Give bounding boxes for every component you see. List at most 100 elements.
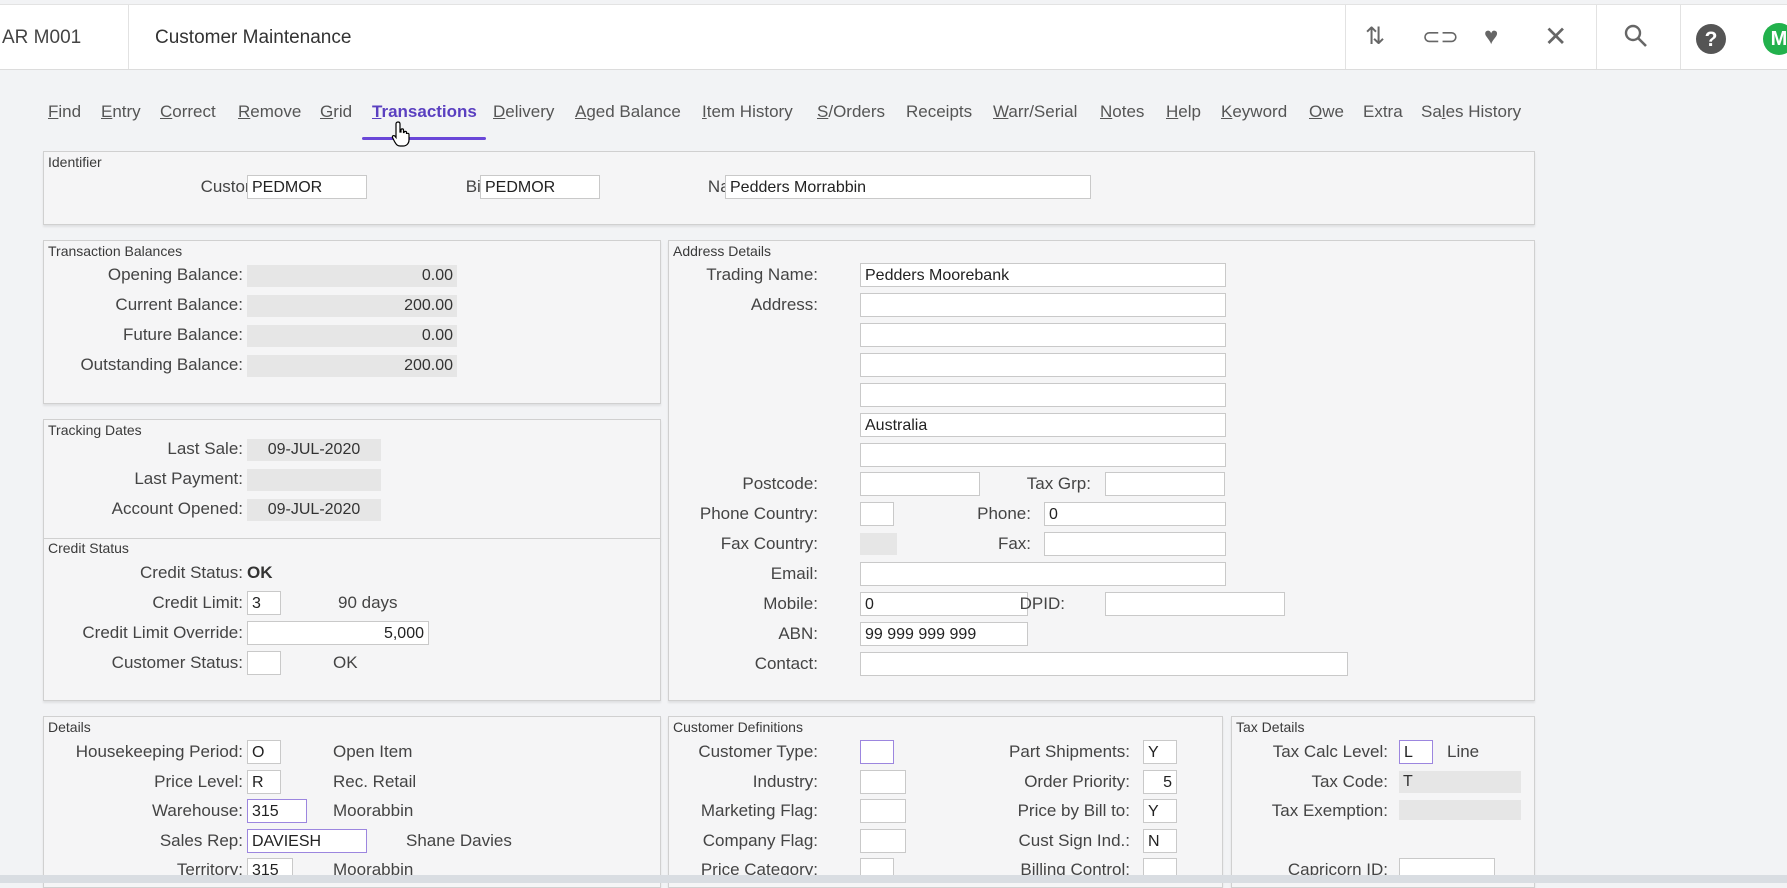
menu-item-transactions[interactable]: Transactions <box>372 102 477 122</box>
cust-sign-field[interactable]: N <box>1143 829 1177 853</box>
address-details-panel: Address Details Trading Name: Pedders Mo… <box>668 240 1535 701</box>
mobile-field[interactable]: 0 <box>860 592 1028 616</box>
mobile-label: Mobile: <box>763 594 818 613</box>
menu-item-notes[interactable]: Notes <box>1100 102 1144 122</box>
credit-limit-desc: 90 days <box>338 593 398 612</box>
menu-item-remove[interactable]: Remove <box>238 102 301 122</box>
address-line-6[interactable] <box>860 443 1226 467</box>
customer-field[interactable]: PEDMOR <box>247 175 367 199</box>
horizontal-scrollbar[interactable] <box>0 875 1787 883</box>
future-balance-label: Future Balance: <box>122 325 243 344</box>
attachment-icon[interactable]: ⊂⊃ <box>1422 23 1459 51</box>
address-country[interactable]: Australia <box>860 413 1226 437</box>
tracking-dates-panel: Tracking Dates Last Sale: 09-JUL-2020 La… <box>43 419 661 539</box>
tax-exemption-label: Tax Exemption: <box>1271 801 1388 820</box>
menu-item-extra[interactable]: Extra <box>1363 102 1403 122</box>
tax-details-panel: Tax Details Tax Calc Level: L Line Tax C… <box>1231 716 1535 888</box>
menu-item-item-history[interactable]: Item History <box>702 102 793 122</box>
sales-rep-field[interactable]: DAVIESH <box>247 829 367 853</box>
menu-item-s-orders[interactable]: S/Orders <box>817 102 885 122</box>
menu-item-find[interactable]: Find <box>48 102 81 122</box>
menu-item-delivery[interactable]: Delivery <box>493 102 554 122</box>
housekeeping-label: Housekeeping Period: <box>75 742 243 761</box>
address-line-3[interactable] <box>860 353 1226 377</box>
part-shipments-label: Part Shipments: <box>1009 742 1130 761</box>
credit-override-label: Credit Limit Override: <box>82 623 243 642</box>
postcode-label: Postcode: <box>742 474 818 493</box>
warehouse-field[interactable]: 315 <box>247 799 307 823</box>
customer-status-field[interactable] <box>247 651 281 675</box>
sort-icon[interactable]: ⇅ <box>1365 23 1385 51</box>
billto-field[interactable]: PEDMOR <box>480 175 600 199</box>
price-by-billto-field[interactable]: Y <box>1143 799 1177 823</box>
hand-cursor-icon <box>391 121 410 147</box>
abn-field[interactable]: 99 999 999 999 <box>860 622 1028 646</box>
industry-label: Industry: <box>752 772 818 791</box>
tax-code-label: Tax Code: <box>1311 772 1388 791</box>
company-flag-field[interactable] <box>860 829 906 853</box>
credit-override-field[interactable]: 5,000 <box>247 621 429 645</box>
menu-item-receipts[interactable]: Receipts <box>906 102 972 122</box>
order-priority-field[interactable]: 5 <box>1143 770 1177 794</box>
trading-name-field[interactable]: Pedders Moorebank <box>860 263 1226 287</box>
close-icon[interactable]: ✕ <box>1544 23 1567 51</box>
marketing-flag-field[interactable] <box>860 799 906 823</box>
customer-status-desc: OK <box>333 653 358 672</box>
menu-item-owe[interactable]: Owe <box>1309 102 1344 122</box>
contact-field[interactable] <box>860 652 1348 676</box>
favorite-icon[interactable]: ♥ <box>1484 23 1498 51</box>
fax-label: Fax: <box>997 534 1031 553</box>
menu-item-sales-history[interactable]: Sales History <box>1421 102 1521 122</box>
address-line-2[interactable] <box>860 323 1226 347</box>
menu-item-warr-serial[interactable]: Warr/Serial <box>993 102 1077 122</box>
current-balance-label: Current Balance: <box>115 295 243 314</box>
panel-title: Identifier <box>48 154 102 170</box>
tax-group-field[interactable] <box>1105 472 1225 496</box>
name-field[interactable]: Pedders Morrabbin <box>725 175 1091 199</box>
industry-field[interactable] <box>860 770 906 794</box>
dpid-field[interactable] <box>1105 592 1285 616</box>
fax-field[interactable] <box>1044 532 1226 556</box>
last-sale-value: 09-JUL-2020 <box>247 439 381 461</box>
phone-country-label: Phone Country: <box>699 504 818 523</box>
current-balance-value: 200.00 <box>247 295 457 317</box>
menu-item-correct[interactable]: Correct <box>160 102 216 122</box>
menu-item-grid[interactable]: Grid <box>320 102 352 122</box>
part-shipments-field[interactable]: Y <box>1143 740 1177 764</box>
customer-type-field[interactable] <box>860 740 894 764</box>
phone-country-field[interactable] <box>860 502 894 526</box>
opening-balance-value: 0.00 <box>247 265 457 287</box>
price-by-billto-label: Price by Bill to: <box>1017 801 1130 820</box>
price-level-label: Price Level: <box>154 772 243 791</box>
housekeeping-field[interactable]: O <box>247 740 281 764</box>
address-line-4[interactable] <box>860 383 1226 407</box>
menu-item-entry[interactable]: Entry <box>101 102 141 122</box>
customer-status-label: Customer Status: <box>111 653 243 672</box>
customer-definitions-panel: Customer Definitions Customer Type: Indu… <box>668 716 1223 888</box>
credit-status-value: OK <box>247 563 273 582</box>
phone-label: Phone: <box>977 504 1031 523</box>
trading-name-label: Trading Name: <box>706 265 818 284</box>
menu-item-help[interactable]: Help <box>1166 102 1201 122</box>
svg-text:?: ? <box>1705 28 1718 51</box>
help-icon[interactable]: ? <box>1695 23 1727 62</box>
credit-status-label: Credit Status: <box>140 563 243 582</box>
email-field[interactable] <box>860 562 1226 586</box>
tax-calc-level-field[interactable]: L <box>1399 740 1433 764</box>
account-opened-value: 09-JUL-2020 <box>247 499 381 521</box>
price-level-field[interactable]: R <box>247 770 281 794</box>
email-label: Email: <box>770 564 818 583</box>
menu-item-keyword[interactable]: Keyword <box>1221 102 1287 122</box>
menu-item-aged-balance[interactable]: Aged Balance <box>575 102 681 122</box>
divider <box>1596 5 1597 69</box>
postcode-field[interactable] <box>860 472 980 496</box>
search-icon[interactable] <box>1623 23 1649 56</box>
last-sale-label: Last Sale: <box>167 439 243 458</box>
avatar[interactable]: M <box>1763 23 1787 55</box>
opening-balance-label: Opening Balance: <box>107 265 243 284</box>
credit-limit-field[interactable]: 3 <box>247 591 281 615</box>
panel-title: Tracking Dates <box>48 422 142 438</box>
dpid-label: DPID: <box>1019 594 1065 613</box>
address-line-1[interactable] <box>860 293 1226 317</box>
phone-field[interactable]: 0 <box>1044 502 1226 526</box>
